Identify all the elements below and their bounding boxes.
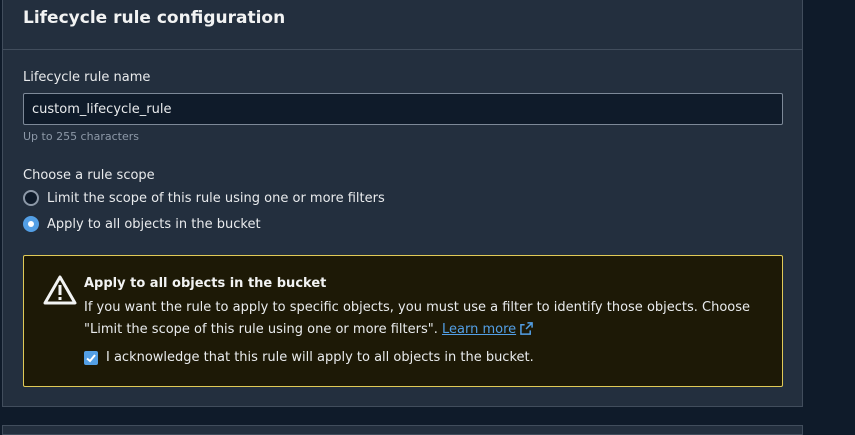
radio-limit-scope[interactable]: Limit the scope of this rule using one o… bbox=[23, 190, 385, 206]
radio-button-unchecked[interactable] bbox=[23, 190, 39, 206]
next-panel-edge bbox=[2, 425, 803, 435]
external-link-icon bbox=[520, 322, 533, 335]
acknowledge-checkbox-row[interactable]: I acknowledge that this rule will apply … bbox=[84, 350, 534, 365]
radio-button-checked[interactable] bbox=[23, 216, 39, 232]
rule-name-hint: Up to 255 characters bbox=[23, 130, 139, 143]
checkmark-icon bbox=[86, 353, 96, 362]
warning-text: If you want the rule to apply to specifi… bbox=[84, 297, 764, 341]
warning-text-line2: "Limit the scope of this rule using one … bbox=[84, 322, 438, 337]
radio-limit-scope-label: Limit the scope of this rule using one o… bbox=[47, 190, 385, 206]
learn-more-label: Learn more bbox=[441, 322, 517, 337]
radio-apply-all-label: Apply to all objects in the bucket bbox=[47, 216, 261, 232]
acknowledge-checkbox[interactable] bbox=[84, 350, 98, 365]
panel-header: Lifecycle rule configuration bbox=[3, 0, 802, 50]
warning-text-line1: If you want the rule to apply to specifi… bbox=[84, 300, 751, 315]
warning-title: Apply to all objects in the bucket bbox=[84, 276, 327, 291]
rule-name-label: Lifecycle rule name bbox=[23, 70, 151, 85]
panel-title: Lifecycle rule configuration bbox=[23, 8, 286, 28]
warning-alert: Apply to all objects in the bucket If yo… bbox=[23, 255, 783, 387]
acknowledge-label: I acknowledge that this rule will apply … bbox=[106, 350, 534, 365]
rule-name-input[interactable] bbox=[23, 93, 783, 125]
lifecycle-config-panel: Lifecycle rule configuration Lifecycle r… bbox=[2, 0, 803, 407]
warning-triangle-icon bbox=[43, 275, 77, 305]
learn-more-link[interactable]: Learn more bbox=[442, 322, 533, 337]
radio-apply-all[interactable]: Apply to all objects in the bucket bbox=[23, 216, 261, 232]
rule-scope-label: Choose a rule scope bbox=[23, 168, 155, 183]
